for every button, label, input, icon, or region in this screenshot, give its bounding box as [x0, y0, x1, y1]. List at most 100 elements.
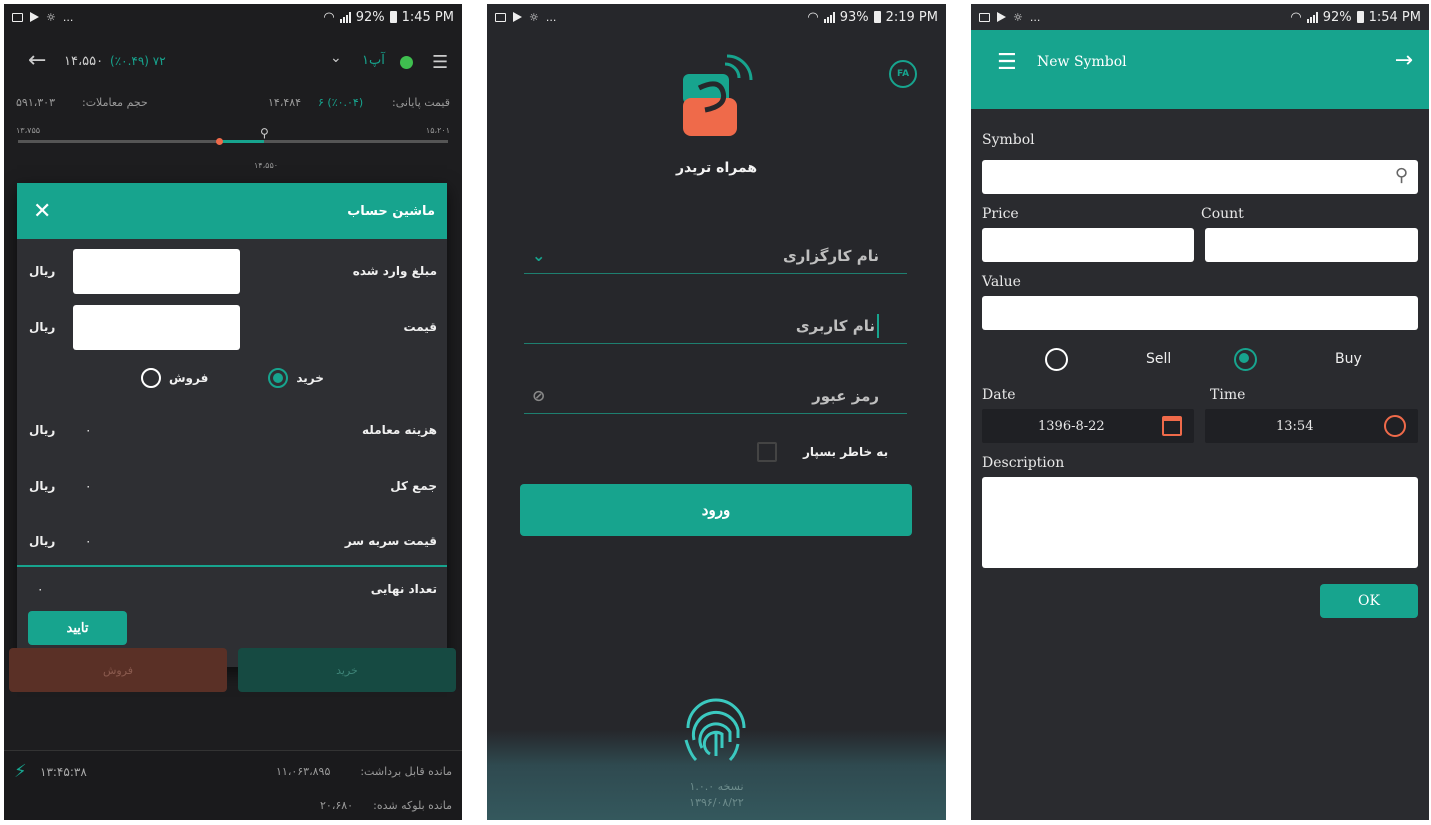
chevron-down-icon[interactable]: ⌄ — [330, 50, 342, 66]
fee-row: ریال هزینه معامله — [17, 420, 447, 440]
signal-icon — [339, 11, 351, 23]
count-label: Count — [1201, 206, 1244, 222]
dialog-divider — [17, 565, 447, 567]
login-screen: ☼... ◠ 93% 2:19 PM FA همراه تریدر ⌄ نام کار… — [487, 4, 946, 820]
breakeven-value: ۰ — [85, 534, 92, 548]
confirm-button[interactable]: تایید — [28, 611, 127, 645]
play-notification-icon — [30, 12, 39, 22]
remember-checkbox[interactable] — [757, 442, 777, 462]
wifi-icon: ◠ — [323, 9, 335, 25]
last-price-label: قیمت پایانی: — [392, 96, 450, 109]
price-input[interactable] — [982, 228, 1194, 262]
version-text: نسخه ۱.۰.۰ — [689, 780, 744, 793]
header-price: ۱۴،۵۵۰ — [64, 54, 104, 69]
entered-amount-label: مبلغ وارد شده — [352, 264, 437, 278]
dialog-title: ماشین حساب — [347, 203, 435, 219]
more-notifications: ... — [62, 10, 74, 24]
header-change: ۷۲ (٪۰.۴۹) — [110, 54, 166, 68]
slider-min: ۱۳،۷۵۵ — [16, 126, 41, 135]
fingerprint-icon[interactable] — [678, 688, 754, 768]
count-input[interactable] — [1205, 228, 1418, 262]
search-icon[interactable]: ⚲ — [1395, 165, 1408, 186]
location-pin-icon[interactable]: ⚲ — [260, 126, 269, 140]
total-label: جمع کل — [390, 479, 437, 493]
app-bar: ☰ New Symbol → — [971, 30, 1429, 109]
username-field[interactable]: نام کاربری — [524, 308, 907, 344]
slider-low-marker — [216, 138, 223, 145]
slider-mid: ۱۴،۵۵۰ — [254, 161, 279, 170]
back-arrow-icon[interactable]: ← — [28, 48, 46, 73]
menu-icon[interactable]: ☰ — [997, 50, 1017, 75]
login-button[interactable]: ورود — [520, 484, 912, 536]
slider-range — [218, 140, 264, 143]
more-notifications: ... — [545, 10, 557, 24]
image-notification-icon — [12, 12, 23, 22]
time-picker[interactable]: 13:54 — [1205, 409, 1418, 443]
more-notifications: ... — [1029, 10, 1041, 24]
fee-unit: ریال — [29, 423, 56, 437]
battery-icon — [873, 11, 881, 23]
broker-select[interactable]: ⌄ نام کارگزاری — [524, 238, 907, 274]
buy-radio[interactable]: خرید — [268, 368, 324, 388]
password-placeholder: رمز عبور — [812, 386, 879, 405]
sell-radio[interactable]: فروش — [141, 368, 208, 388]
menu-icon[interactable]: ☰ — [432, 52, 448, 73]
price-range-slider[interactable]: ⚲ — [18, 126, 448, 145]
fee-value: ۰ — [85, 423, 92, 437]
volume-label: حجم معاملات: — [82, 96, 148, 109]
final-count-row: ۰ تعداد نهایی — [17, 579, 447, 599]
wifi-icon: ◠ — [1290, 9, 1302, 25]
last-price-change: ۶ (٪۰.۰۴) — [318, 96, 364, 109]
sell-radio-circle[interactable] — [141, 368, 161, 388]
time-value: 13:54 — [1276, 418, 1314, 434]
language-toggle[interactable]: FA — [889, 60, 917, 88]
buy-label: Buy — [1335, 351, 1362, 367]
ok-button[interactable]: OK — [1320, 584, 1418, 618]
sell-label: Sell — [1146, 351, 1172, 367]
volume-value: ۵۹۱،۳۰۳ — [16, 96, 55, 109]
breakeven-label: قیمت سربه سر — [344, 534, 437, 548]
entered-amount-input[interactable] — [73, 249, 240, 294]
status-time: 2:19 PM — [885, 9, 938, 25]
brightness-icon: ☼ — [46, 10, 56, 24]
final-count-label: تعداد نهایی — [370, 582, 437, 596]
clock-icon[interactable] — [1384, 415, 1406, 437]
price-label: Price — [982, 206, 1019, 222]
battery-level: 93% — [839, 9, 869, 25]
description-input[interactable] — [982, 477, 1418, 568]
dialog-header: ✕ ماشین حساب — [17, 183, 447, 239]
value-input[interactable] — [982, 296, 1418, 330]
last-price-value: ۱۴،۴۸۴ — [268, 96, 302, 109]
remember-row: به خاطر بسپار — [757, 442, 888, 462]
forward-arrow-icon[interactable]: → — [1395, 48, 1413, 73]
symbol-name[interactable]: آپ۱ — [362, 53, 385, 68]
total-value: ۰ — [85, 479, 92, 493]
sell-button-bg[interactable]: فروش — [9, 648, 227, 692]
status-bar: ☼... ◠ 92% 1:45 PM — [4, 4, 462, 30]
password-field[interactable]: ⊘ رمز عبور — [524, 378, 907, 414]
time-label: Time — [1210, 387, 1246, 403]
buy-button-bg[interactable]: خرید — [238, 648, 456, 692]
broker-placeholder: نام کارگزاری — [782, 246, 879, 265]
date-picker[interactable]: 1396-8-22 — [982, 409, 1194, 443]
price-unit: ریال — [29, 320, 56, 334]
buy-radio-label: خرید — [296, 371, 324, 385]
buy-radio[interactable] — [1234, 348, 1257, 371]
total-row: ریال جمع کل — [17, 476, 447, 496]
build-date: ۱۳۹۶/۰۸/۲۲ — [689, 796, 744, 809]
calendar-icon[interactable] — [1162, 416, 1182, 436]
buy-radio-circle[interactable] — [268, 368, 289, 388]
battery-level: 92% — [355, 9, 385, 25]
play-notification-icon — [513, 12, 522, 22]
price-input[interactable] — [73, 305, 240, 350]
sell-radio[interactable] — [1045, 348, 1068, 371]
description-label: Description — [982, 455, 1065, 471]
sell-radio-label: فروش — [169, 371, 209, 385]
close-icon[interactable]: ✕ — [33, 199, 51, 224]
breakeven-row: ریال قیمت سربه سر — [17, 531, 447, 551]
symbol-input[interactable]: ⚲ — [982, 160, 1418, 194]
eye-off-icon[interactable]: ⊘ — [532, 386, 545, 405]
image-notification-icon — [979, 12, 990, 22]
slider-max: ۱۵،۲۰۱ — [425, 126, 450, 135]
battery-level: 92% — [1322, 9, 1352, 25]
